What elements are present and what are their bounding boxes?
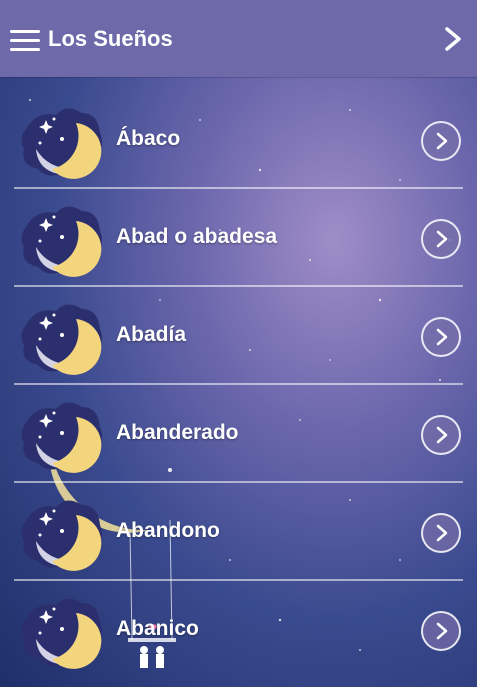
list-item-label: Abad o abadesa (116, 225, 278, 248)
chevron-right-icon[interactable] (421, 415, 461, 455)
list-item-label: Abadía (116, 323, 187, 346)
list-item[interactable]: Abandono (0, 483, 477, 581)
list-item[interactable]: Abad o abadesa (0, 189, 477, 287)
list-item[interactable]: Abadía (0, 287, 477, 385)
list-item[interactable]: Ábaco (0, 91, 477, 189)
chevron-right-icon[interactable] (421, 317, 461, 357)
hamburger-menu-icon[interactable] (10, 30, 40, 52)
list-item-label: Ábaco (116, 127, 181, 150)
chevron-right-icon[interactable] (421, 611, 461, 651)
chevron-right-icon[interactable] (441, 26, 465, 52)
moon-icon (21, 304, 102, 375)
moon-icon (21, 402, 102, 473)
chevron-right-icon[interactable] (421, 513, 461, 553)
dream-list: Ábaco Abad o abadesa Abadía Abanderado A… (0, 91, 477, 679)
list-item[interactable]: Abanico (0, 581, 477, 679)
chevron-right-icon[interactable] (421, 121, 461, 161)
moon-icon (21, 598, 102, 669)
page-title: Los Sueños (48, 26, 173, 51)
moon-icon (21, 108, 102, 179)
list-item[interactable]: Abanderado (0, 385, 477, 483)
list-item-label: Abanderado (116, 421, 239, 444)
moon-icon (21, 206, 102, 277)
chevron-right-icon[interactable] (421, 219, 461, 259)
app-header: Los Sueños (0, 0, 477, 77)
list-item-label: Abandono (116, 519, 220, 542)
list-item-label: Abanico (116, 617, 199, 640)
moon-icon (21, 500, 102, 571)
